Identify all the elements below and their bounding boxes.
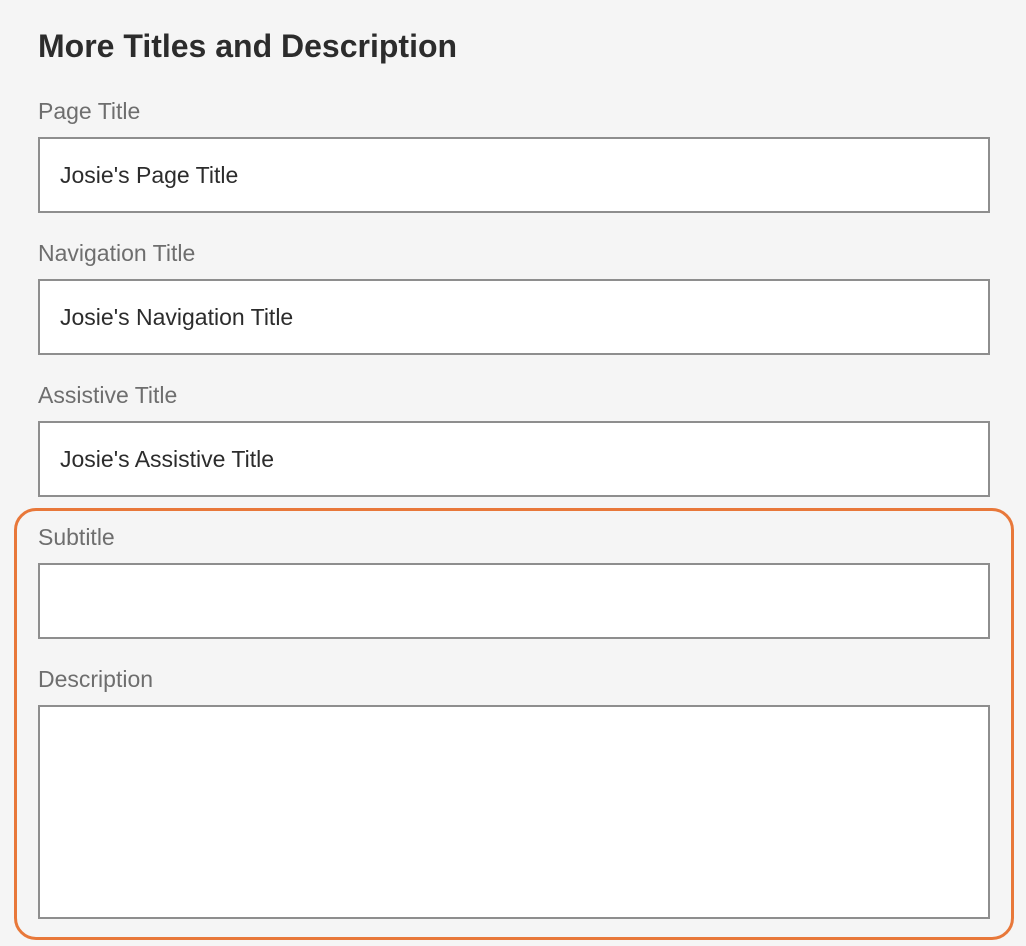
page-title-input[interactable] [38,137,990,213]
navigation-title-input[interactable] [38,279,990,355]
assistive-title-label: Assistive Title [38,382,178,408]
subtitle-input[interactable] [38,563,990,639]
description-label: Description [38,666,154,692]
page-title-label: Page Title [38,98,141,124]
subtitle-label: Subtitle [38,524,115,550]
navigation-title-label: Navigation Title [38,240,196,266]
description-textarea[interactable] [38,705,990,919]
section-title: More Titles and Description [38,28,458,64]
assistive-title-input[interactable] [38,421,990,497]
